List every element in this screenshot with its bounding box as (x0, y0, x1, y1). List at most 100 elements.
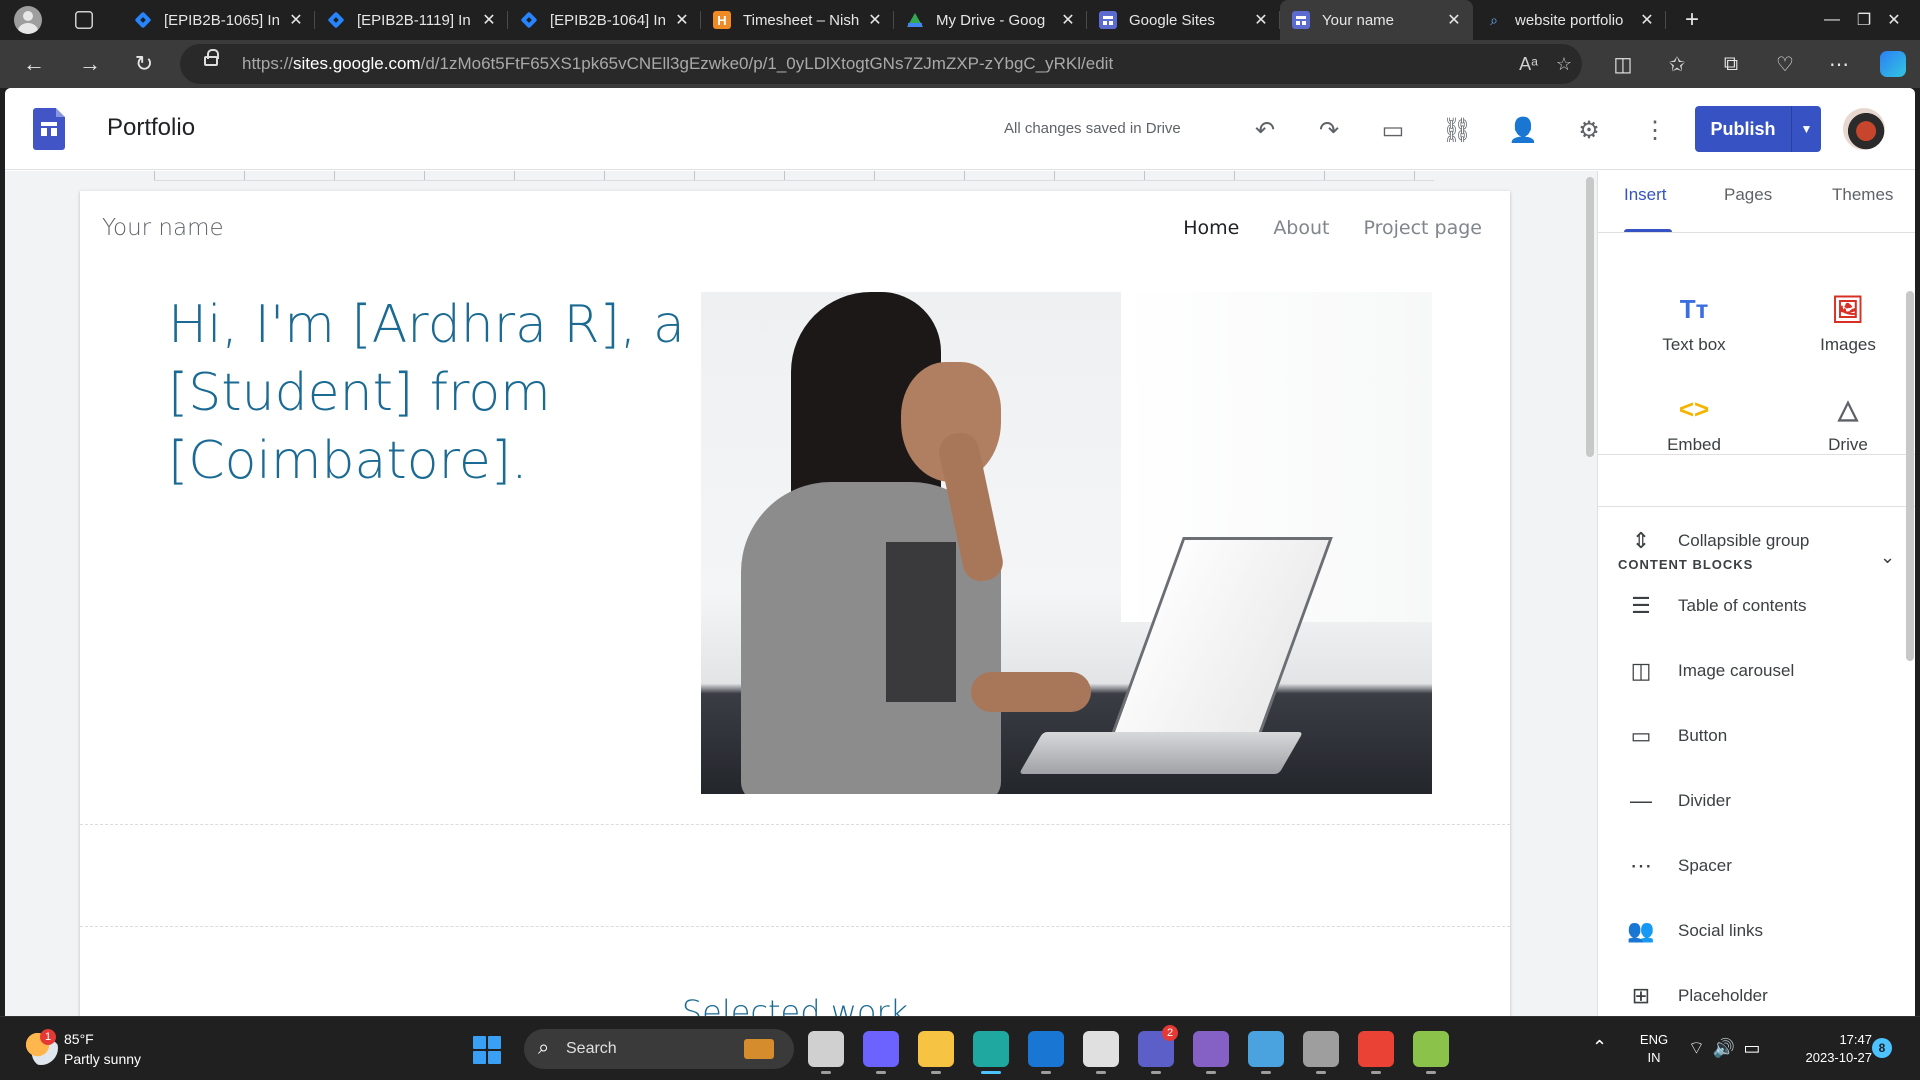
content-block-divider[interactable]: — Divider (1598, 774, 1908, 827)
insert-text-box[interactable]: Tт Text box (1629, 291, 1759, 371)
content-block-table-of-contents[interactable]: ☰ Table of contents (1598, 579, 1908, 632)
settings-icon[interactable] (1303, 1031, 1339, 1074)
browser-essentials-icon[interactable]: ♡ (1758, 52, 1812, 77)
task-view-icon[interactable] (808, 1031, 844, 1074)
content-block-collapsible-group[interactable]: ⇕ Collapsible group (1598, 514, 1908, 567)
site-document-title[interactable]: Portfolio (107, 114, 195, 142)
close-tab-icon[interactable]: ✕ (1638, 10, 1656, 30)
panel-scrollbar[interactable] (1906, 291, 1914, 661)
close-tab-icon[interactable]: ✕ (866, 10, 884, 30)
notepad-icon[interactable] (1248, 1031, 1284, 1074)
content-block-spacer[interactable]: ⋯ Spacer (1598, 839, 1908, 892)
lock-icon[interactable] (204, 49, 219, 66)
publish-options-chevron-icon[interactable]: ▼ (1792, 122, 1821, 136)
tab-insert[interactable]: Insert (1624, 185, 1667, 205)
favorites-icon[interactable]: ✩ (1650, 52, 1704, 77)
profile-icon[interactable] (14, 6, 42, 34)
notepad-plus-icon[interactable] (1413, 1031, 1449, 1074)
close-tab-icon[interactable]: ✕ (673, 10, 691, 30)
volume-icon[interactable]: 🔊 (1713, 1038, 1743, 1058)
embed-icon: <> (1678, 393, 1710, 424)
hero-text[interactable]: Hi, I'm [Ardhra R], a [Student] from [Co… (168, 291, 688, 495)
browser-tab[interactable]: My Drive - Goog ✕ (894, 0, 1087, 40)
google-sites-logo-icon[interactable] (33, 108, 65, 150)
favorite-star-icon[interactable]: ☆ (1556, 54, 1572, 75)
start-button[interactable] (473, 1036, 501, 1064)
undo-icon[interactable]: ↶ (1245, 110, 1285, 150)
show-hidden-icons-chevron-icon[interactable]: ⌃ (1592, 1037, 1607, 1058)
close-tab-icon[interactable]: ✕ (1445, 10, 1463, 30)
browser-tab[interactable]: ⌕ website portfolio ✕ (1473, 0, 1666, 40)
workspaces-icon[interactable] (75, 11, 93, 29)
more-options-icon[interactable]: ⋯ (1812, 52, 1866, 77)
redo-icon[interactable]: ↷ (1309, 110, 1349, 150)
close-tab-icon[interactable]: ✕ (1059, 10, 1077, 30)
clock[interactable]: 17:47 2023-10-27 (1782, 1031, 1873, 1067)
content-block-label: Table of contents (1678, 595, 1807, 615)
more-vert-icon[interactable]: ⋮ (1635, 110, 1675, 150)
address-bar[interactable]: https://sites.google.com/d/1zMo6t5FtF65X… (180, 44, 1582, 84)
settings-gear-icon[interactable]: ⚙ (1569, 110, 1609, 150)
file-explorer-icon[interactable] (918, 1031, 954, 1074)
system-tray-icons[interactable]: ⌔🔊▭ (1688, 1037, 1768, 1060)
share-add-person-icon[interactable]: 👤 (1503, 110, 1543, 150)
copilot-icon[interactable] (1880, 51, 1906, 77)
content-block-button[interactable]: ▭ Button (1598, 709, 1908, 762)
tab-themes[interactable]: Themes (1832, 185, 1893, 205)
snipping-tool-icon[interactable] (1083, 1031, 1119, 1074)
insert-drive[interactable]: △ Drive (1783, 391, 1913, 471)
insert-images[interactable]: 🖼 Images (1783, 291, 1913, 371)
reload-button[interactable]: ↻ (124, 44, 164, 84)
window-close-button[interactable]: ✕ (1864, 0, 1920, 40)
wifi-icon[interactable]: ⌔ (1688, 1038, 1713, 1058)
read-aloud-icon[interactable]: Aᵃ (1519, 54, 1538, 75)
collections-icon[interactable]: ⧉ (1704, 53, 1758, 76)
tab-title: [EPIB2B-1119] In (357, 11, 471, 29)
section-heading[interactable]: Selected work (80, 993, 1510, 1016)
browser-tab[interactable]: Google Sites ✕ (1087, 0, 1280, 40)
publish-label: Publish (1710, 118, 1776, 139)
close-tab-icon[interactable]: ✕ (287, 10, 305, 30)
insert-embed[interactable]: <> Embed (1629, 391, 1759, 471)
account-avatar[interactable] (1843, 108, 1885, 150)
jira-icon (134, 11, 152, 29)
new-tab-button[interactable]: + (1672, 0, 1712, 40)
chrome-icon[interactable] (1358, 1031, 1394, 1074)
close-tab-icon[interactable]: ✕ (480, 10, 498, 30)
close-tab-icon[interactable]: ✕ (1252, 10, 1270, 30)
jira-icon (520, 11, 538, 29)
browser-tab[interactable]: [EPIB2B-1119] In ✕ (315, 0, 508, 40)
input-language[interactable]: ENG IN (1636, 1031, 1672, 1067)
taskbar-search[interactable]: ⌕ Search (524, 1029, 794, 1069)
visual-studio-icon[interactable] (1193, 1031, 1229, 1074)
edge-icon[interactable] (973, 1031, 1009, 1074)
browser-tab[interactable]: [EPIB2B-1064] In ✕ (508, 0, 701, 40)
tile-label: Images (1820, 335, 1876, 354)
teams-icon[interactable]: 2 (1138, 1025, 1178, 1074)
preview-devices-icon[interactable]: ▭ (1373, 110, 1413, 150)
weather-temperature[interactable]: 85°F (64, 1031, 94, 1047)
meet-now-icon[interactable] (863, 1031, 899, 1074)
notification-badge[interactable]: 8 (1872, 1038, 1892, 1058)
site-name[interactable]: Your name (102, 215, 224, 241)
browser-tab[interactable]: Your name ✕ (1280, 0, 1473, 40)
back-button[interactable]: ← (14, 44, 54, 84)
browser-tab[interactable]: [EPIB2B-1065] In ✕ (122, 0, 315, 40)
split-screen-icon[interactable]: ◫ (1596, 52, 1650, 77)
outlook-icon[interactable] (1028, 1031, 1064, 1074)
publish-button[interactable]: Publish ▼ (1695, 106, 1821, 152)
browser-tab[interactable]: H Timesheet – Nish ✕ (701, 0, 894, 40)
site-nav-about[interactable]: About (1273, 217, 1329, 239)
site-nav-project-page[interactable]: Project page (1364, 217, 1483, 239)
battery-icon[interactable]: ▭ (1743, 1038, 1768, 1058)
content-block-placeholder[interactable]: ⊞ Placeholder (1598, 969, 1908, 1016)
site-nav-home[interactable]: Home (1183, 217, 1239, 239)
forward-button[interactable]: → (70, 44, 110, 84)
hero-image[interactable] (701, 292, 1432, 794)
canvas-scrollbar[interactable] (1585, 171, 1595, 1016)
tab-pages[interactable]: Pages (1724, 185, 1772, 205)
content-block-social-links[interactable]: 👥 Social links (1598, 904, 1908, 957)
weather-description[interactable]: Partly sunny (64, 1051, 141, 1067)
copy-link-icon[interactable]: ⛓ (1437, 110, 1477, 150)
content-block-image-carousel[interactable]: ◫ Image carousel (1598, 644, 1908, 697)
